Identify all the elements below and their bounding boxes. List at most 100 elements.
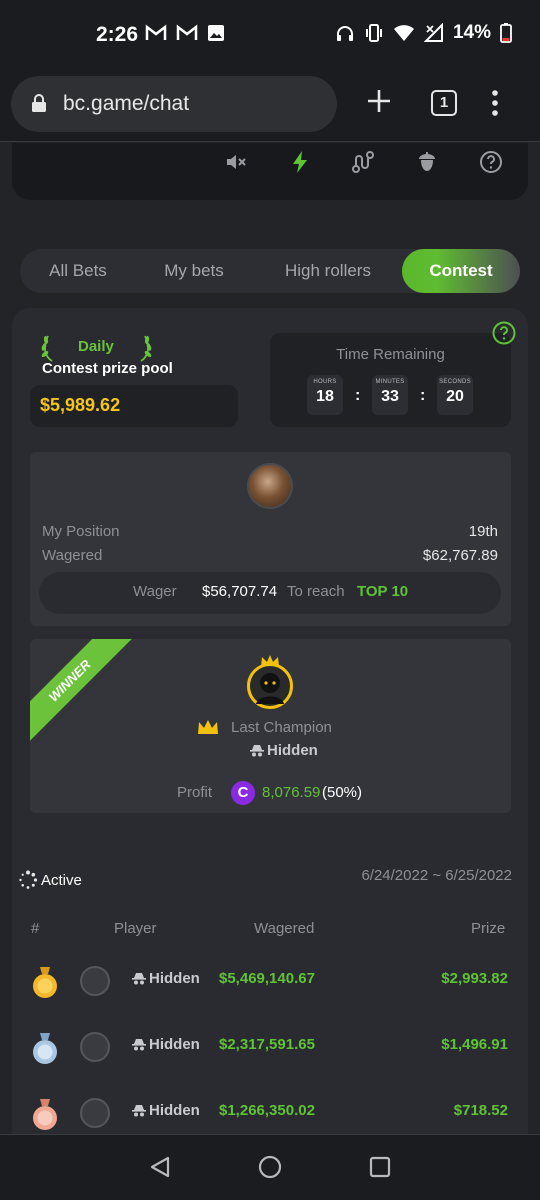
minutes-value: 33 (381, 388, 399, 405)
system-icons: 14% (335, 22, 512, 44)
game-toolbar (12, 143, 528, 200)
gold-medal-icon (33, 967, 57, 998)
seconds-label: SECONDS (439, 379, 471, 385)
hours-cell: HOURS 18 (307, 375, 343, 415)
more-menu-icon[interactable] (491, 89, 499, 117)
hooded-figure-icon (256, 673, 284, 704)
spy-icon (132, 1039, 146, 1051)
my-position-label: My Position (42, 523, 120, 540)
crown-icon (198, 720, 218, 734)
tab-contest[interactable]: Contest (402, 249, 520, 293)
hours-label: HOURS (313, 379, 337, 385)
prize-pool-amount: $5,989.62 (40, 395, 121, 415)
tab-high-rollers[interactable]: High rollers (260, 249, 396, 293)
player-name-text: Hidden (149, 1036, 200, 1053)
system-navigation-bar (0, 1134, 540, 1200)
route-icon[interactable] (351, 150, 375, 174)
my-position-value: 19th (468, 523, 498, 540)
time-remaining-label: Time Remaining (336, 346, 445, 363)
table-row[interactable]: Hidden $1,266,350.02 $718.52 (12, 1085, 528, 1133)
notification-icons (145, 24, 225, 42)
contest-status: Active (18, 870, 82, 895)
help-icon[interactable] (479, 150, 503, 174)
wagered-value: $62,767.89 (422, 547, 498, 564)
profit-value: 8,076.59 (262, 784, 321, 801)
bronze-medal-icon (33, 1099, 57, 1130)
tab-all-bets[interactable]: All Bets (28, 249, 128, 293)
champion-name-text: Hidden (267, 742, 318, 759)
target-rank: TOP 10 (357, 583, 409, 600)
laurel-left-icon (41, 335, 53, 362)
bets-tab-bar: All Bets My bets High rollers Contest (20, 249, 520, 293)
rank-header: # (31, 920, 40, 937)
laurel-right-icon (140, 335, 152, 362)
status-time: 2:26 (96, 23, 139, 46)
champion-avatar (247, 663, 293, 709)
minutes-label: MINUTES (375, 379, 405, 385)
seconds-cell: SECONDS 20 (437, 375, 473, 415)
mute-icon[interactable] (224, 150, 248, 174)
my-position-card: My Position 19th Wagered $62,767.89 Wage… (30, 452, 511, 626)
gmail-icon (176, 24, 198, 40)
player-prize: $718.52 (453, 1102, 508, 1119)
coin-icon: C (231, 781, 255, 805)
profit-label: Profit (177, 784, 213, 801)
prize-header: Prize (471, 920, 506, 937)
battery-percent: 14% (452, 22, 491, 43)
to-reach-label: To reach (287, 583, 345, 600)
battery-icon (500, 23, 512, 43)
table-row[interactable]: Hidden $2,317,591.65 $1,496.91 (12, 1019, 528, 1079)
wagered-header: Wagered (254, 920, 315, 937)
wagered-label: Wagered (42, 547, 103, 564)
recents-icon[interactable] (369, 1156, 391, 1178)
player-wagered: $2,317,591.65 (219, 1036, 315, 1053)
prize-pool-box: $5,989.62 (30, 385, 238, 427)
player-avatar (80, 966, 110, 996)
spy-icon (132, 973, 146, 985)
prize-pool-label: Contest prize pool (42, 360, 173, 377)
status-bar: 2:26 14% (0, 0, 540, 70)
spy-icon (132, 1105, 146, 1117)
spy-icon (250, 745, 264, 757)
player-header: Player (114, 920, 157, 937)
contest-help-icon[interactable] (492, 321, 516, 345)
time-colon: : (355, 387, 361, 404)
wifi-icon (393, 25, 414, 41)
image-icon (208, 25, 224, 41)
last-champion-label: Last Champion (231, 719, 332, 736)
player-avatar (80, 1098, 110, 1128)
tab-my-bets[interactable]: My bets (144, 249, 244, 293)
player-prize: $2,993.82 (441, 970, 508, 987)
address-bar[interactable]: bc.game/chat (11, 76, 337, 132)
gmail-icon (145, 24, 167, 40)
avatar (247, 463, 293, 509)
new-tab-button[interactable] (365, 87, 393, 115)
player-name-text: Hidden (149, 970, 200, 987)
home-icon[interactable] (258, 1155, 282, 1179)
champion-name: Hidden (250, 742, 318, 759)
tab-switcher-button[interactable]: 1 (431, 90, 457, 116)
player-name: Hidden (132, 1102, 200, 1119)
player-name: Hidden (132, 970, 200, 987)
vibrate-icon (365, 24, 382, 42)
table-row[interactable]: Hidden $5,469,140.67 $2,993.82 (12, 953, 528, 1013)
winner-ribbon: WINNER (30, 639, 133, 744)
seconds-value: 20 (446, 388, 464, 405)
time-remaining-box: Time Remaining HOURS 18 : MINUTES 33 : S… (270, 333, 511, 427)
acorn-icon[interactable] (415, 150, 439, 174)
headphones-icon (336, 26, 353, 41)
back-icon[interactable] (148, 1155, 172, 1179)
wager-label: Wager (133, 583, 177, 600)
hours-value: 18 (316, 388, 334, 405)
contest-date-range: 6/24/2022 ~ 6/25/2022 (361, 867, 512, 884)
silver-medal-icon (33, 1033, 57, 1064)
player-name-text: Hidden (149, 1102, 200, 1119)
wager-to-reach-bar: Wager $56,707.74 To reach TOP 10 (39, 572, 501, 614)
player-wagered: $1,266,350.02 (219, 1102, 315, 1119)
player-avatar (80, 1032, 110, 1062)
player-name: Hidden (132, 1036, 200, 1053)
lightning-icon[interactable] (288, 150, 312, 174)
browser-toolbar: bc.game/chat 1 (0, 70, 540, 142)
profit-percent: (50%) (322, 784, 363, 801)
minutes-cell: MINUTES 33 (372, 375, 408, 415)
